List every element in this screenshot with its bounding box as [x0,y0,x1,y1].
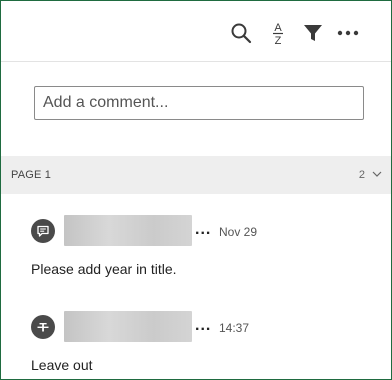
comment-avatar: T [31,315,55,339]
sort-az-icon: A Z [273,22,283,46]
comment-timestamp: 14:37 [219,321,250,335]
svg-text:Z: Z [275,35,282,46]
sort-button[interactable]: A Z [264,19,292,47]
filter-button[interactable] [299,19,327,47]
chevron-down-icon [372,171,382,177]
comments-pane: A Z PAGE 1 2 [0,0,392,380]
comment-timestamp: Nov 29 [219,225,258,239]
svg-text:A: A [274,22,282,34]
search-icon [231,23,252,44]
author-name-redacted [64,311,192,342]
comment-menu-button[interactable]: ... [195,221,211,239]
more-options-button[interactable] [334,19,362,47]
filter-icon [304,25,322,41]
comment-menu-button[interactable]: ... [195,317,211,335]
comment-icon [37,225,49,237]
comment-avatar [31,219,55,243]
comment-text: Leave out [31,357,93,373]
comment-text: Please add year in title. [31,261,177,277]
comments-toolbar: A Z [1,1,391,62]
comment-count: 2 [358,169,365,181]
strikethrough-icon: T [37,321,49,334]
more-icon [337,30,359,36]
page-label: PAGE 1 [11,169,52,181]
add-comment-input[interactable] [34,86,364,120]
search-button[interactable] [227,19,255,47]
page-section-header[interactable]: PAGE 1 2 [1,156,391,194]
author-name-redacted [64,215,192,246]
